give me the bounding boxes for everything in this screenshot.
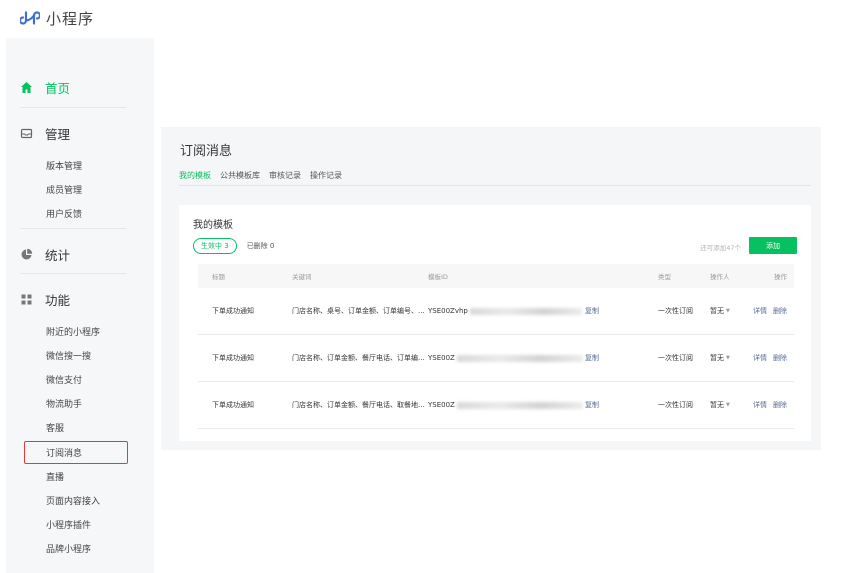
operator-select[interactable]: 暂无 ▼ [710, 353, 730, 363]
row-template-id: YSE00Z [428, 401, 583, 409]
template-panel: 我的模板 生效中 3 已删除 0 还可添加47个 添加 标题 关键词 模板ID … [179, 205, 811, 441]
template-table: 标题 关键词 模板ID 类型 操作人 操作 下单成功通知 门店名称、桌号、订单金… [198, 264, 794, 429]
sidebar-item-pay[interactable]: 微信支付 [46, 373, 82, 386]
grid-icon [20, 293, 33, 306]
panel-title: 我的模板 [193, 220, 233, 231]
row-title: 下单成功通知 [212, 307, 254, 315]
pie-chart-icon [20, 248, 33, 261]
row-type: 一次性订阅 [658, 401, 693, 409]
brand-name: 小程序 [46, 9, 95, 28]
row-type: 一次性订阅 [658, 354, 693, 362]
header-title: 标题 [212, 273, 225, 281]
status-filter: 生效中 3 已删除 0 [193, 238, 274, 254]
main-content: 订阅消息 我的模板 公共模板库 审核记录 操作记录 我的模板 生效中 3 已删除… [161, 127, 821, 450]
sidebar-item-features[interactable]: 功能 [20, 290, 70, 309]
miniprogram-logo-icon [20, 11, 40, 25]
header-keywords: 关键词 [292, 273, 312, 281]
redacted-id [469, 307, 582, 315]
sidebar-divider [20, 228, 126, 229]
sidebar-divider [20, 107, 126, 108]
row-title: 下单成功通知 [212, 401, 254, 409]
copy-link[interactable]: 复制 [585, 400, 599, 410]
row-keywords: 门店名称、订单金额、餐厅电话、取餐地... [292, 401, 425, 409]
tab-review-records[interactable]: 审核记录 [269, 170, 301, 186]
tabs-divider [179, 185, 811, 186]
delete-link[interactable]: 删除 [773, 400, 787, 410]
operator-select[interactable]: 暂无 ▼ [710, 306, 730, 316]
sidebar-item-manage[interactable]: 管理 [20, 124, 70, 143]
sidebar-label-manage: 管理 [45, 127, 71, 142]
table-header: 标题 关键词 模板ID 类型 操作人 操作 [198, 264, 794, 288]
row-actions: 详情 删除 [753, 400, 787, 410]
sidebar-divider [20, 273, 126, 274]
header-actions: 操作 [774, 273, 787, 281]
redacted-id [456, 354, 583, 362]
sidebar-item-content[interactable]: 页面内容接入 [46, 494, 100, 507]
home-icon [20, 81, 33, 94]
chevron-down-icon: ▼ [726, 402, 730, 408]
chevron-down-icon: ▼ [726, 308, 730, 314]
detail-link[interactable]: 详情 [753, 306, 767, 316]
header-template-id: 模板ID [428, 273, 448, 281]
row-template-id: YSE00Z [428, 354, 583, 362]
row-title: 下单成功通知 [212, 354, 254, 362]
operator-select[interactable]: 暂无 ▼ [710, 400, 730, 410]
sidebar-item-service[interactable]: 客服 [46, 421, 64, 434]
sidebar-item-subscribe[interactable]: 订阅消息 [46, 446, 82, 459]
sidebar-item-feedback[interactable]: 用户反馈 [46, 207, 82, 220]
sidebar: 首页 管理 版本管理 成员管理 用户反馈 统计 功能 附近的小程序 微信搜一搜 … [6, 38, 154, 573]
sidebar-item-members[interactable]: 成员管理 [46, 183, 82, 196]
sidebar-item-live[interactable]: 直播 [46, 470, 64, 483]
chevron-down-icon: ▼ [726, 355, 730, 361]
tab-bar: 我的模板 公共模板库 审核记录 操作记录 [179, 170, 342, 186]
tab-operation-records[interactable]: 操作记录 [310, 170, 342, 186]
row-keywords: 门店名称、订单金额、餐厅电话、订单编... [292, 354, 425, 362]
remaining-count: 还可添加47个 [700, 244, 741, 252]
table-row: 下单成功通知 门店名称、订单金额、餐厅电话、取餐地... YSE00Z 复制 一… [198, 382, 794, 429]
delete-link[interactable]: 删除 [773, 353, 787, 363]
sidebar-item-version[interactable]: 版本管理 [46, 159, 82, 172]
sidebar-item-nearby[interactable]: 附近的小程序 [46, 325, 100, 338]
page-title: 订阅消息 [180, 144, 233, 159]
add-template-button[interactable]: 添加 [749, 237, 797, 254]
row-actions: 详情 删除 [753, 353, 787, 363]
sidebar-item-brand[interactable]: 品牌小程序 [46, 542, 91, 555]
manage-icon [20, 127, 33, 140]
header-type: 类型 [658, 273, 671, 281]
delete-link[interactable]: 删除 [773, 306, 787, 316]
tab-public-library[interactable]: 公共模板库 [220, 170, 260, 186]
row-type: 一次性订阅 [658, 307, 693, 315]
header-operator: 操作人 [710, 273, 730, 281]
detail-link[interactable]: 详情 [753, 353, 767, 363]
redacted-id [456, 401, 583, 409]
sidebar-label-features: 功能 [45, 293, 71, 308]
sidebar-label-home: 首页 [45, 81, 71, 96]
table-row: 下单成功通知 门店名称、订单金额、餐厅电话、订单编... YSE00Z 复制 一… [198, 335, 794, 382]
filter-active[interactable]: 生效中 3 [193, 238, 237, 254]
sidebar-item-home[interactable]: 首页 [20, 78, 70, 97]
brand: 小程序 [20, 6, 94, 30]
row-template-id: YSE00Zvhp [428, 307, 582, 315]
sidebar-item-plugin[interactable]: 小程序插件 [46, 518, 91, 531]
filter-deleted[interactable]: 已删除 0 [247, 241, 275, 251]
copy-link[interactable]: 复制 [585, 306, 599, 316]
sidebar-label-stats: 统计 [45, 248, 71, 263]
row-keywords: 门店名称、桌号、订单金额、订单编号、... [292, 307, 425, 315]
detail-link[interactable]: 详情 [753, 400, 767, 410]
sidebar-item-search[interactable]: 微信搜一搜 [46, 349, 91, 362]
table-row: 下单成功通知 门店名称、桌号、订单金额、订单编号、... YSE00Zvhp 复… [198, 288, 794, 335]
tab-my-templates[interactable]: 我的模板 [179, 170, 211, 186]
sidebar-item-logistics[interactable]: 物流助手 [46, 397, 82, 410]
sidebar-item-stats[interactable]: 统计 [20, 245, 70, 264]
copy-link[interactable]: 复制 [585, 353, 599, 363]
row-actions: 详情 删除 [753, 306, 787, 316]
